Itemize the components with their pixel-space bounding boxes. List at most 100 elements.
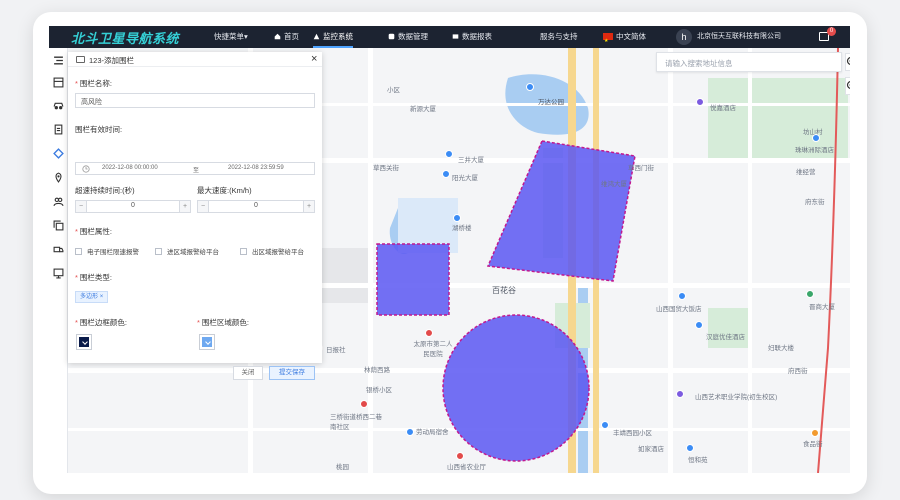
screen-icon[interactable] [53, 268, 64, 279]
map-label: 府西街 [788, 368, 808, 375]
increment-button[interactable]: + [303, 201, 314, 212]
nav-service[interactable]: 服务与支持 [540, 26, 578, 48]
map-label: 银桥小区 [366, 387, 392, 394]
checkbox-label: 进区域报警给平台 [167, 249, 219, 256]
poi-marker[interactable] [453, 214, 461, 222]
poi-marker[interactable] [456, 452, 464, 460]
valid-time-label: 围栏有效时间: [75, 125, 123, 134]
map-label: 小区 [387, 87, 400, 94]
map-label: 妇联大楼 [768, 345, 794, 352]
poi-marker[interactable] [406, 428, 414, 436]
attr-checkbox-speed[interactable]: 电子围栏限速报警 [75, 246, 139, 256]
fence-type-value: 多边形 [80, 294, 99, 300]
zoom-out-icon [846, 81, 850, 89]
fence-type-tag[interactable]: 多边形 × [75, 291, 109, 303]
fence-rectangle[interactable] [376, 243, 450, 316]
border-color-picker[interactable] [76, 334, 92, 350]
checkbox-label: 电子围栏限速报警 [87, 249, 139, 256]
fence-circle[interactable] [442, 314, 590, 462]
nav-home[interactable]: 首页 [274, 26, 299, 48]
dashboard-icon[interactable] [53, 77, 64, 88]
fence-name-input[interactable]: 高风险 [75, 93, 315, 108]
company-name: 北京恒天互联科技有限公司 [697, 33, 781, 40]
border-color-label: * 围栏边框颜色: [75, 318, 128, 327]
close-button[interactable]: 关闭 [233, 366, 263, 380]
poi-marker[interactable] [676, 390, 684, 398]
monitor-icon [313, 33, 320, 39]
map-label: 新源大厦 [410, 106, 436, 113]
copy-icon[interactable] [53, 220, 64, 231]
left-sidebar [49, 48, 68, 473]
poi-marker[interactable] [806, 290, 814, 298]
checkbox-box[interactable] [155, 248, 162, 255]
map-label: 晋商大厦 [809, 304, 835, 311]
map-label: 日报社 [326, 347, 346, 354]
poi-marker[interactable] [601, 421, 609, 429]
language-switch[interactable]: 中文简体 [603, 26, 646, 52]
map-label: 山西国贸大饭店 [656, 306, 702, 313]
zoom-out-button[interactable] [845, 77, 850, 95]
max-speed-stepper[interactable]: − 0 + [197, 200, 315, 213]
app-screen: 北斗卫星导航系统 快捷菜单▾ 首页 监控系统 数据管理 数据报表 服务与支持 中… [49, 26, 850, 473]
location-icon[interactable] [53, 172, 64, 183]
attr-checkbox-exit[interactable]: 出区域报警给平台 [240, 246, 304, 256]
poi-marker[interactable] [360, 400, 368, 408]
nav-report[interactable]: 数据报表 [452, 26, 492, 48]
map-label: 太原市第二人民医院 [413, 341, 453, 358]
document-icon[interactable] [53, 124, 64, 135]
poi-marker[interactable] [445, 150, 453, 158]
nav-monitor[interactable]: 监控系统 [313, 26, 353, 48]
poi-marker[interactable] [696, 98, 704, 106]
checkbox-box[interactable] [240, 248, 247, 255]
vehicle-icon[interactable] [53, 100, 64, 111]
map-label: 百花谷 [492, 286, 516, 295]
valid-time-range-picker[interactable]: 2022-12-08 00:00:00 至 2022-12-08 23:59:5… [75, 162, 315, 175]
notification-badge: 0 [827, 27, 836, 36]
report-icon [452, 33, 459, 39]
truck-icon[interactable] [53, 244, 64, 255]
tag-close-icon[interactable]: × [100, 294, 104, 300]
increment-button[interactable]: + [179, 201, 190, 212]
map-label: 阳光大厦 [452, 175, 478, 182]
green-area [708, 308, 748, 348]
top-navbar: 北斗卫星导航系统 快捷菜单▾ 首页 监控系统 数据管理 数据报表 服务与支持 中… [49, 26, 850, 52]
poi-marker[interactable] [812, 134, 820, 142]
area-color-picker[interactable] [199, 334, 215, 350]
nav-monitor-label: 监控系统 [323, 32, 353, 41]
attr-checkbox-enter[interactable]: 进区域报警给平台 [155, 246, 219, 256]
poi-marker[interactable] [678, 292, 686, 300]
group-icon[interactable] [53, 196, 64, 207]
menu-toggle-icon[interactable] [53, 55, 64, 66]
language-label: 中文简体 [616, 32, 646, 41]
hospital-marker[interactable] [425, 329, 433, 337]
fence-icon[interactable] [53, 148, 64, 159]
zoom-in-button[interactable] [845, 53, 850, 71]
panel-header: 123-添加围栏 × [68, 52, 322, 67]
map-label: 山西艺术职业学院(初生校区) [695, 394, 778, 401]
quick-menu-dropdown[interactable]: 快捷菜单▾ [214, 26, 248, 48]
checkbox-box[interactable] [75, 248, 82, 255]
map-label: 劳动局宿舍 [416, 429, 449, 436]
nav-data-manage[interactable]: 数据管理 [388, 26, 428, 48]
start-time: 2022-12-08 00:00:00 [102, 165, 158, 171]
close-icon[interactable]: × [311, 53, 317, 65]
user-avatar[interactable]: h [676, 29, 692, 45]
poi-marker[interactable] [811, 429, 819, 437]
poi-marker[interactable] [526, 83, 534, 91]
fence-attr-label: * 围栏属性: [75, 227, 113, 236]
map-label: 桃园 [336, 464, 349, 471]
overspeed-duration-stepper[interactable]: − 0 + [75, 200, 191, 213]
road [748, 48, 752, 473]
poi-marker[interactable] [695, 321, 703, 329]
map-label: 三井大厦 [458, 157, 484, 164]
address-search-input[interactable]: 请输入搜索地址信息 [656, 52, 842, 72]
map-label: 草西门街 [628, 165, 654, 172]
poi-marker[interactable] [442, 170, 450, 178]
area-color-swatch [202, 337, 212, 347]
range-separator: 至 [193, 168, 200, 174]
submit-save-button[interactable]: 提交保存 [269, 366, 315, 380]
home-icon [274, 33, 281, 39]
road [668, 48, 673, 473]
poi-marker[interactable] [686, 444, 694, 452]
area-color-label: * 围栏区域颜色: [197, 318, 250, 327]
